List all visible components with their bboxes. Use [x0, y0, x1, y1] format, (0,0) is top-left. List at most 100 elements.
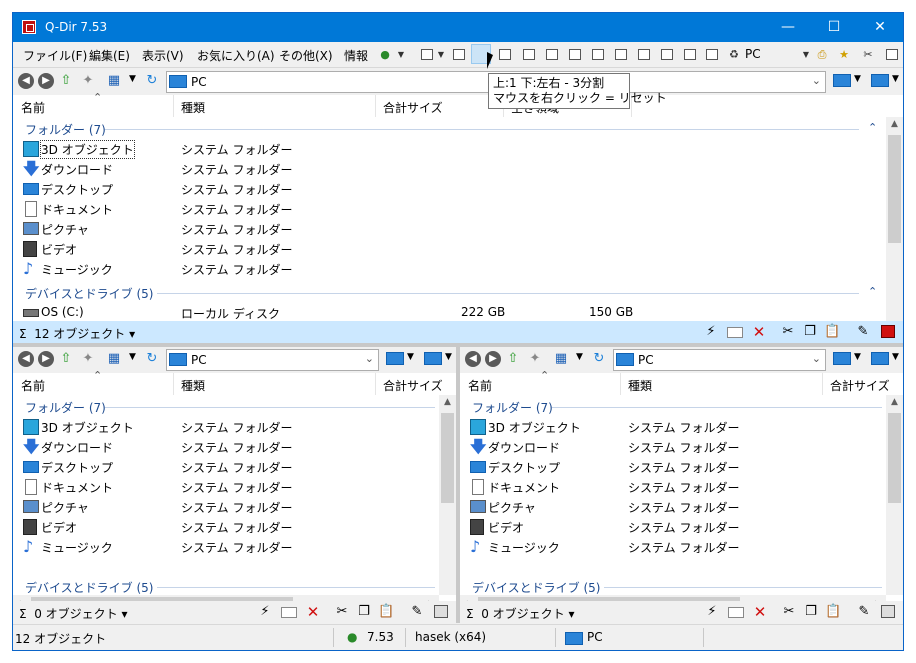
bl-object-count[interactable]: Σ 0 オブジェクト ▾ [19, 605, 128, 622]
group-folders-header[interactable]: フォルダー (7) [25, 121, 106, 138]
layout-3c-icon[interactable] [523, 49, 535, 60]
list-item[interactable]: 3D オブジェクト システム フォルダー [470, 417, 880, 437]
list-item[interactable]: ビデオ システム フォルダー [23, 517, 433, 537]
properties-icon[interactable]: ✎ [855, 325, 871, 339]
minimize-button[interactable]: — [765, 13, 811, 42]
printer-icon[interactable]: ⎙ [814, 47, 830, 62]
layout-4b-icon[interactable] [592, 49, 604, 60]
col-name[interactable]: 名前 [21, 99, 45, 116]
menu-info[interactable]: 情報 [344, 47, 368, 64]
view-mode-icon[interactable]: ▦ [106, 351, 122, 367]
new-folder-icon[interactable]: ✦ [80, 351, 96, 367]
col-type[interactable]: 種類 [628, 377, 652, 394]
menu-edit[interactable]: 編集(E) [89, 47, 130, 64]
col-separator[interactable] [375, 95, 376, 117]
list-item[interactable]: 🡇 ダウンロード システム フォルダー [23, 437, 433, 457]
copy-icon[interactable]: ❐ [356, 605, 372, 619]
view-mode-icon[interactable]: ▦ [106, 73, 122, 89]
refresh-icon[interactable]: ↻ [144, 73, 160, 89]
layout-4e-icon[interactable] [661, 49, 673, 60]
layout-grid-4-icon[interactable] [421, 49, 433, 60]
list-item[interactable]: ビデオ システム フォルダー [23, 239, 883, 259]
paste-icon[interactable]: 📋 [824, 325, 840, 339]
br-address-input[interactable]: PC ⌄ [613, 349, 826, 371]
new-folder-icon[interactable]: ✦ [527, 351, 543, 367]
col-type[interactable]: 種類 [181, 99, 205, 116]
group-folders-header[interactable]: フォルダー (7) [472, 399, 553, 416]
layout-4c-icon[interactable] [615, 49, 627, 60]
col-type[interactable]: 種類 [181, 377, 205, 394]
list-item[interactable]: 3D オブジェクト システム フォルダー [23, 139, 883, 159]
cut-icon[interactable]: ✂ [334, 605, 350, 619]
menu-file[interactable]: ファイル(F) [23, 47, 87, 64]
back-icon[interactable]: ◀ [18, 351, 34, 367]
pane-marker-icon[interactable] [434, 605, 448, 618]
forward-icon[interactable]: ▶ [38, 73, 54, 89]
list-item[interactable]: デスクトップ システム フォルダー [470, 457, 880, 477]
list-item[interactable]: デスクトップ システム フォルダー [23, 179, 883, 199]
lightning-icon[interactable]: ⚡ [257, 605, 273, 619]
layout-single-icon[interactable] [684, 49, 696, 60]
monitor-icon[interactable] [871, 74, 889, 87]
up-folder-icon[interactable]: ⇧ [58, 351, 74, 367]
chevron-down-icon[interactable]: ▼ [129, 74, 136, 84]
rename-icon[interactable] [727, 327, 743, 338]
top-object-count[interactable]: Σ 12 オブジェクト ▾ [19, 325, 135, 342]
delete-icon[interactable]: ✕ [752, 605, 768, 620]
refresh-icon[interactable]: ↻ [591, 351, 607, 367]
menu-extras[interactable]: その他(X) [279, 47, 333, 64]
collapse-icon[interactable]: ⌃ [868, 285, 877, 298]
paste-icon[interactable]: 📋 [378, 605, 394, 619]
monitor-icon[interactable] [833, 74, 851, 87]
chevron-down-icon[interactable]: ▼ [854, 352, 861, 362]
list-item[interactable]: ピクチャ システム フォルダー [23, 497, 433, 517]
layout-4d-icon[interactable] [638, 49, 650, 60]
toolbar-pc-label[interactable]: PC [745, 47, 761, 61]
monitor-icon[interactable] [833, 352, 851, 365]
lightning-icon[interactable]: ⚡ [704, 605, 720, 619]
chevron-down-icon[interactable]: ⌄ [812, 74, 821, 87]
paste-icon[interactable]: 📋 [825, 605, 841, 619]
col-total-size[interactable]: 合計サイズ [383, 377, 443, 394]
list-item[interactable]: ドキュメント システム フォルダー [23, 477, 433, 497]
chevron-down-icon[interactable]: ▼ [892, 352, 899, 362]
list-item[interactable]: ドキュメント システム フォルダー [23, 199, 883, 219]
layout-4a-icon[interactable] [569, 49, 581, 60]
chevron-down-icon[interactable]: ▼ [798, 47, 814, 62]
scroll-thumb[interactable] [441, 413, 454, 503]
cut-icon[interactable]: ✂ [780, 325, 796, 339]
properties-icon[interactable]: ✎ [409, 605, 425, 619]
copy-icon[interactable]: ❐ [803, 605, 819, 619]
rename-icon[interactable] [281, 607, 297, 618]
col-separator[interactable] [822, 373, 823, 395]
list-item[interactable]: ピクチャ システム フォルダー [23, 219, 883, 239]
chevron-down-icon[interactable]: ⌄ [365, 352, 374, 365]
maximize-button[interactable]: ☐ [811, 13, 857, 42]
chevron-down-icon[interactable]: ▼ [892, 74, 899, 84]
group-drives-header[interactable]: デバイスとドライブ (5) [25, 285, 153, 302]
monitor-icon[interactable] [871, 352, 889, 365]
layout-3b-icon[interactable] [499, 49, 511, 60]
window-small-icon[interactable] [886, 49, 898, 60]
refresh-icon[interactable]: ↻ [144, 351, 160, 367]
list-item[interactable]: ピクチャ システム フォルダー [470, 497, 880, 517]
back-icon[interactable]: ◀ [18, 73, 34, 89]
list-item[interactable]: 3D オブジェクト システム フォルダー [23, 417, 433, 437]
delete-icon[interactable]: ✕ [305, 605, 321, 620]
chevron-down-icon[interactable]: ▼ [576, 352, 583, 362]
scroll-up-icon[interactable]: ▲ [886, 119, 903, 129]
close-button[interactable]: ✕ [857, 13, 903, 42]
rename-icon[interactable] [728, 607, 744, 618]
back-icon[interactable]: ◀ [465, 351, 481, 367]
chevron-down-icon[interactable]: ▼ [129, 352, 136, 362]
globe-icon[interactable]: ● [377, 47, 393, 62]
col-separator[interactable] [375, 373, 376, 395]
pane-marker-icon[interactable] [881, 605, 895, 618]
delete-icon[interactable]: ✕ [751, 325, 767, 340]
col-separator[interactable] [173, 95, 174, 117]
view-mode-icon[interactable]: ▦ [553, 351, 569, 367]
chevron-down-icon[interactable]: ▼ [433, 47, 449, 62]
group-drives-header[interactable]: デバイスとドライブ (5) [472, 579, 600, 596]
title-bar[interactable]: Q-Dir 7.53 — ☐ ✕ [13, 13, 903, 42]
col-name[interactable]: 名前 [21, 377, 45, 394]
